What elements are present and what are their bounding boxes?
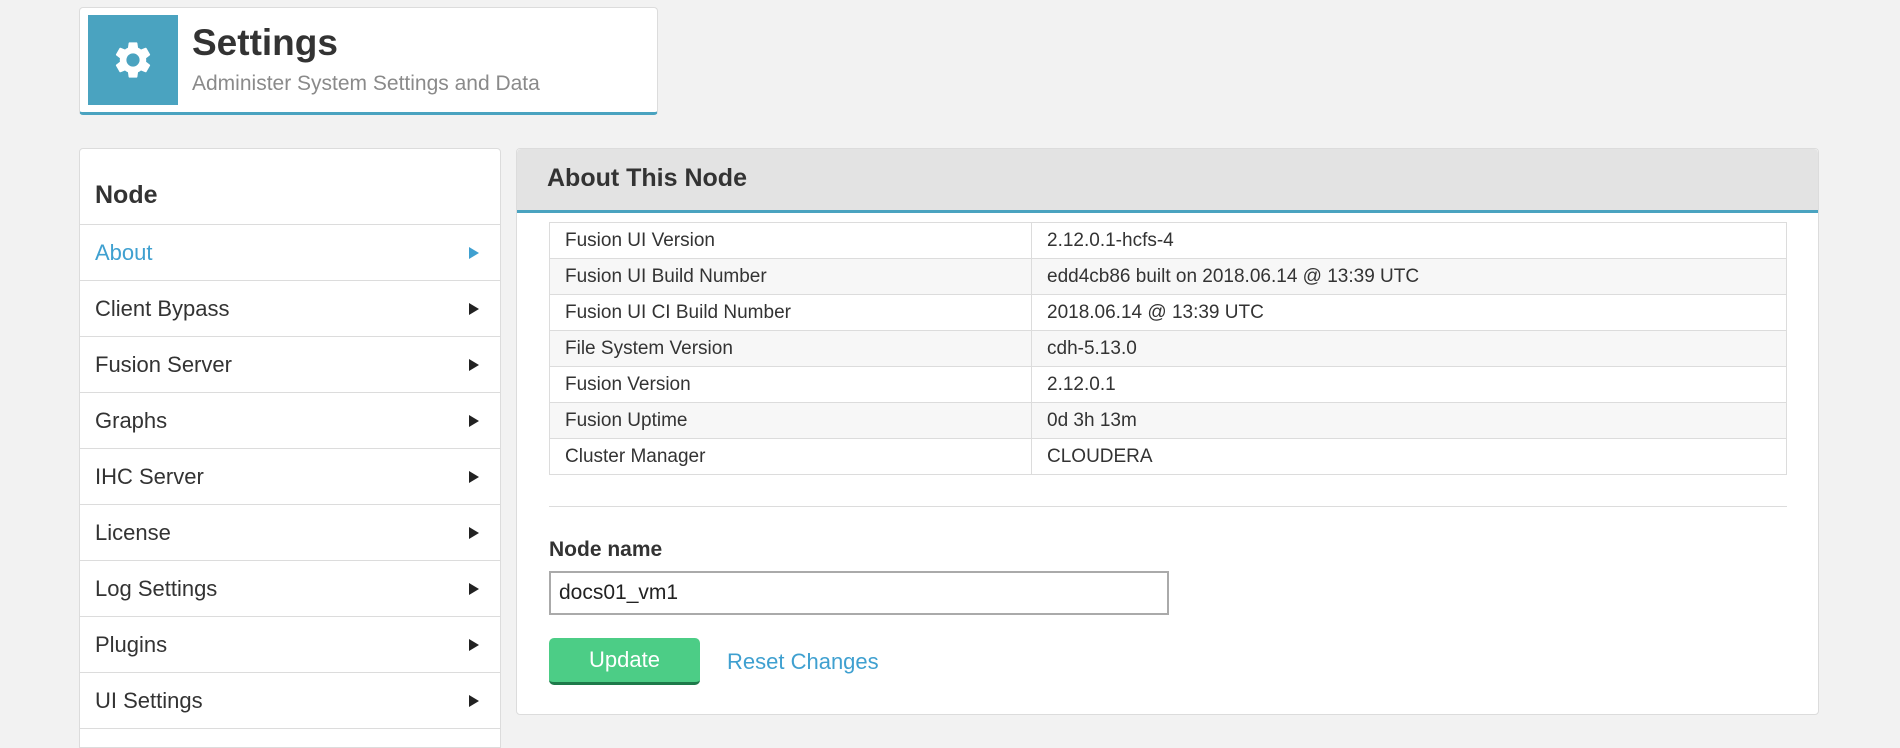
table-cell-value: cdh-5.13.0 [1031, 330, 1787, 367]
sidebar-item-label: Plugins [95, 631, 168, 657]
sidebar-item-label: About [95, 239, 153, 265]
table-cell-label: Fusion UI Build Number [549, 258, 1032, 295]
sidebar-item-label: Log Settings [95, 575, 218, 601]
sidebar-item-ui-settings[interactable]: UI Settings [80, 673, 500, 729]
table-row: Fusion UI Version 2.12.0.1-hcfs-4 [549, 222, 1787, 259]
table-cell-label: Fusion Version [549, 366, 1032, 403]
chevron-right-icon [469, 414, 479, 427]
chevron-right-icon [469, 470, 479, 483]
sidebar-item-label: UI Settings [95, 687, 203, 713]
sidebar-item-label: License [95, 519, 171, 545]
page-title: Settings [192, 22, 338, 63]
table-cell-value: 2.12.0.1-hcfs-4 [1031, 222, 1787, 259]
table-row: Fusion Uptime 0d 3h 13m [549, 402, 1787, 439]
main-panel: About This Node Fusion UI Version 2.12.0… [516, 148, 1819, 715]
sidebar-heading: Node [80, 149, 500, 225]
sidebar-item-ihc-server[interactable]: IHC Server [80, 449, 500, 505]
table-cell-label: Fusion Uptime [549, 402, 1032, 439]
page-subtitle: Administer System Settings and Data [192, 72, 540, 95]
sidebar-item-plugins[interactable]: Plugins [80, 617, 500, 673]
sidebar-item-fusion-server[interactable]: Fusion Server [80, 337, 500, 393]
sidebar-item-label: Graphs [95, 407, 168, 433]
table-cell-value: edd4cb86 built on 2018.06.14 @ 13:39 UTC [1031, 258, 1787, 295]
node-name-input[interactable] [549, 571, 1169, 615]
table-cell-value: CLOUDERA [1031, 438, 1787, 475]
panel-title: About This Node [517, 149, 1818, 213]
table-cell-value: 2018.06.14 @ 13:39 UTC [1031, 294, 1787, 331]
reset-changes-link[interactable]: Reset Changes [727, 649, 879, 675]
table-cell-label: File System Version [549, 330, 1032, 367]
sidebar-item-graphs[interactable]: Graphs [80, 393, 500, 449]
table-row: Fusion UI CI Build Number 2018.06.14 @ 1… [549, 294, 1787, 331]
chevron-right-icon [469, 526, 479, 539]
table-cell-label: Cluster Manager [549, 438, 1032, 475]
chevron-right-icon [469, 246, 479, 259]
page-header: Settings Administer System Settings and … [79, 7, 658, 115]
table-cell-label: Fusion UI CI Build Number [549, 294, 1032, 331]
sidebar-item-log-settings[interactable]: Log Settings [80, 561, 500, 617]
sidebar-item-label: Fusion Server [95, 351, 232, 377]
table-cell-label: Fusion UI Version [549, 222, 1032, 259]
node-name-label: Node name [549, 538, 663, 561]
chevron-right-icon [469, 582, 479, 595]
table-cell-value: 2.12.0.1 [1031, 366, 1787, 403]
table-row: Cluster Manager CLOUDERA [549, 438, 1787, 475]
table-row: Fusion Version 2.12.0.1 [549, 366, 1787, 403]
chevron-right-icon [469, 358, 479, 371]
chevron-right-icon [469, 302, 479, 315]
gear-icon [88, 15, 178, 105]
table-cell-value: 0d 3h 13m [1031, 402, 1787, 439]
chevron-right-icon [469, 694, 479, 707]
chevron-right-icon [469, 638, 479, 651]
sidebar-item-label: IHC Server [95, 463, 204, 489]
sidebar-item-label: Client Bypass [95, 295, 230, 321]
sidebar-item-license[interactable]: License [80, 505, 500, 561]
sidebar-item-client-bypass[interactable]: Client Bypass [80, 281, 500, 337]
update-button[interactable]: Update [549, 638, 700, 685]
sidebar-item-about[interactable]: About [80, 225, 500, 281]
table-row: Fusion UI Build Number edd4cb86 built on… [549, 258, 1787, 295]
node-info-table: Fusion UI Version 2.12.0.1-hcfs-4 Fusion… [549, 222, 1787, 475]
section-divider [549, 506, 1787, 507]
table-row: File System Version cdh-5.13.0 [549, 330, 1787, 367]
sidebar: Node About Client Bypass Fusion Server G… [79, 148, 501, 748]
